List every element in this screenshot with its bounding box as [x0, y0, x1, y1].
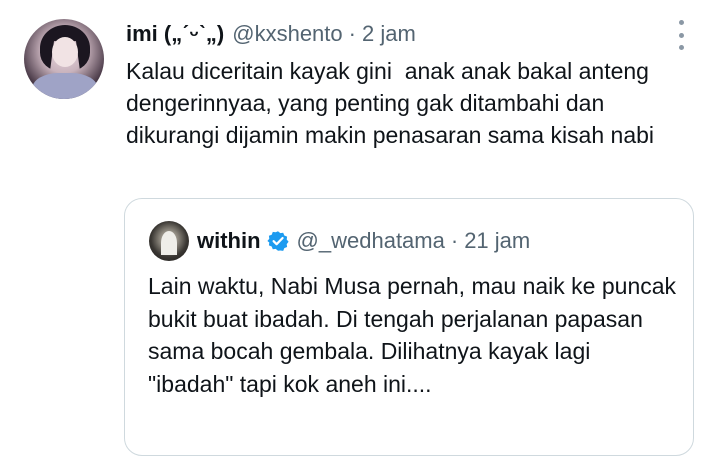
- more-dot: [678, 32, 684, 38]
- avatar-robe: [32, 73, 98, 99]
- tweet-text: Kalau diceritain kayak gini anak anak ba…: [126, 58, 656, 148]
- verified-badge-icon: [266, 230, 289, 252]
- more-dot: [678, 45, 684, 50]
- author-handle[interactable]: @kxshento: [232, 21, 342, 47]
- quoted-tweet[interactable]: within @_wedhatama · 21 jam Lain waktu, …: [124, 198, 694, 456]
- quoted-author-handle[interactable]: @_wedhatama: [297, 228, 445, 254]
- tweet-header: imi („ˊᵕˋ„) @kxshento · 2 jam: [126, 16, 416, 52]
- quoted-author-avatar[interactable]: [149, 221, 189, 261]
- tweet-timestamp[interactable]: 2 jam: [362, 21, 416, 47]
- more-vertical-icon[interactable]: [672, 20, 690, 50]
- quoted-author-name[interactable]: within: [197, 228, 261, 254]
- quoted-header-separator: ·: [450, 228, 459, 253]
- avatar-face: [52, 37, 78, 67]
- header-separator: ·: [348, 21, 356, 46]
- quoted-tweet-text: Lain waktu, Nabi Musa pernah, mau naik k…: [148, 273, 677, 397]
- quoted-tweet-header: within @_wedhatama · 21 jam: [197, 223, 530, 259]
- author-name[interactable]: imi („ˊᵕˋ„): [126, 21, 224, 47]
- author-avatar[interactable]: [24, 19, 104, 99]
- quoted-tweet-timestamp[interactable]: 21 jam: [464, 228, 530, 254]
- avatar-tunnel: [161, 231, 177, 255]
- more-dot: [678, 20, 684, 25]
